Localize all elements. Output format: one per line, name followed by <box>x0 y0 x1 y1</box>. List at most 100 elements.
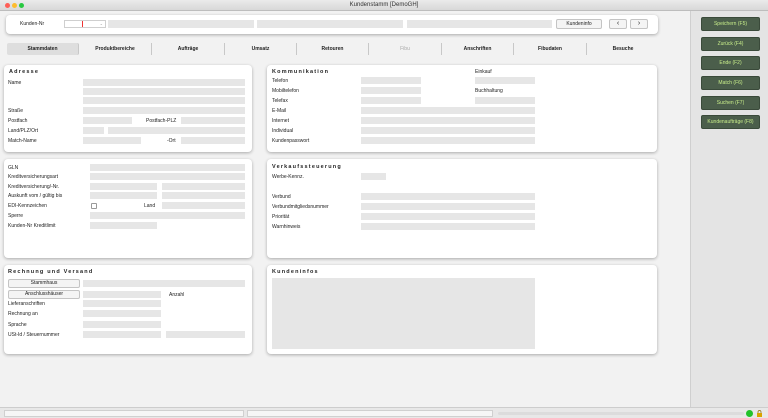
postfach-field[interactable] <box>83 117 132 124</box>
sprache-label: Sprache <box>8 322 27 328</box>
name-field-3[interactable] <box>83 97 245 104</box>
kunden-nr-input[interactable]: ⌄ <box>64 20 106 28</box>
auskunft-label: Auskunft vom / gültig bis <box>8 193 63 199</box>
warnhinweis-field[interactable] <box>361 223 535 230</box>
tab-anschriften[interactable]: Anschriften <box>442 43 514 55</box>
zurueck-button[interactable]: Zurück (F4) <box>701 37 760 51</box>
tab-umsatz[interactable]: Umsatz <box>225 43 297 55</box>
chevron-right-icon: › <box>637 20 641 27</box>
steuernummer-field[interactable] <box>166 331 245 338</box>
mobiltelefon-label: Mobiltelefon <box>272 88 299 94</box>
lieferanschriften-field[interactable] <box>83 300 161 307</box>
kreditversicherung-field[interactable] <box>90 183 157 190</box>
einkauf-label: Einkauf <box>475 69 492 75</box>
dropdown-caret-icon[interactable]: ⌄ <box>100 21 103 26</box>
prioritaet-field[interactable] <box>361 213 535 220</box>
sprache-field[interactable] <box>83 321 161 328</box>
ust-id-field[interactable] <box>83 331 161 338</box>
postfach-plz-field[interactable] <box>181 117 245 124</box>
text-cursor <box>82 21 83 27</box>
email-field[interactable] <box>361 107 535 114</box>
kreditlimit-field[interactable] <box>90 222 157 229</box>
kunden-nr-label: Kunden-Nr <box>20 21 45 27</box>
kreditversicherung-nr-label: Kreditversicherung/-Nr. <box>8 184 60 190</box>
tab-besuche[interactable]: Besuche <box>587 43 659 55</box>
kreditversicherungsart-label: Kreditversicherungsart <box>8 174 59 180</box>
rechnung-an-label: Rechnung an <box>8 311 38 317</box>
land-kredit-field[interactable] <box>162 202 245 209</box>
werbe-kennz-label: Werbe-Kennz. <box>272 174 304 180</box>
kunden-ort-display <box>257 20 403 28</box>
adresse-card: Adresse Name Straße Postfach Postfach-PL… <box>4 65 252 152</box>
sperre-field[interactable] <box>90 212 245 219</box>
mobiltelefon-field[interactable] <box>361 87 421 94</box>
kreditversicherungsart-field[interactable] <box>90 173 245 180</box>
kredit-card: GLN Kreditversicherungsart Kreditversich… <box>4 159 252 258</box>
land-field[interactable] <box>83 127 104 134</box>
match-name-field[interactable] <box>83 137 141 144</box>
warnhinweis-label: Warnhinweis <box>272 224 301 230</box>
einkauf-field[interactable] <box>475 77 535 84</box>
strasse-label: Straße <box>8 108 24 114</box>
anschlusshaeuser-field[interactable] <box>83 291 161 298</box>
status-dot <box>746 410 753 417</box>
kreditversicherung-nr-field[interactable] <box>162 183 245 190</box>
telefon-field[interactable] <box>361 77 421 84</box>
email-label: E-Mail <box>272 108 287 114</box>
tab-produktbereiche[interactable]: Produktbereiche <box>79 43 152 55</box>
kundeninfos-title: Kundeninfos <box>272 269 319 275</box>
verbund-label: Verbund <box>272 194 291 200</box>
plz-ort-field[interactable] <box>108 127 245 134</box>
ende-button[interactable]: Ende (F2) <box>701 56 760 70</box>
next-record-button[interactable]: › <box>630 19 648 29</box>
verbund-field[interactable] <box>361 193 535 200</box>
match-name-label: Match-Name <box>8 138 37 144</box>
speichern-button[interactable]: Speichern (F5) <box>701 17 760 31</box>
lieferanschriften-label: Lieferanschriften <box>8 301 45 307</box>
verbundmitgliedsnummer-field[interactable] <box>361 203 535 210</box>
kundeninfo-button[interactable]: Kundeninfo <box>556 19 602 29</box>
name-label: Name <box>8 80 22 86</box>
name-field-1[interactable] <box>83 79 245 86</box>
kundenpasswort-field[interactable] <box>361 137 535 144</box>
chevron-left-icon: ‹ <box>616 20 620 27</box>
tab-retouren[interactable]: Retouren <box>297 43 369 55</box>
tab-stammdaten[interactable]: Stammdaten <box>7 43 79 55</box>
stammhaus-field[interactable] <box>83 280 245 287</box>
stammhaus-button[interactable]: Stammhaus <box>8 279 80 288</box>
ort-match-field[interactable] <box>181 137 245 144</box>
telefax-field[interactable] <box>361 97 421 104</box>
sperre-label: Sperre <box>8 213 24 219</box>
status-field-1 <box>4 410 244 417</box>
internet-field[interactable] <box>361 117 535 124</box>
tab-auftraege[interactable]: Aufträge <box>152 43 225 55</box>
rechnung-an-field[interactable] <box>83 310 161 317</box>
header-card: Kunden-Nr ⌄ Kundeninfo ‹ › <box>6 15 658 34</box>
kundeninfos-textarea[interactable] <box>272 278 535 349</box>
prioritaet-label: Priorität <box>272 214 290 220</box>
status-field-2 <box>247 410 493 417</box>
kundeninfos-card: Kundeninfos <box>267 265 657 354</box>
postfach-plz-label: Postfach-PLZ <box>146 118 177 124</box>
internet-label: Internet <box>272 118 289 124</box>
auskunft-vom-field[interactable] <box>90 192 157 199</box>
match-button[interactable]: Match (F6) <box>701 76 760 90</box>
gueltig-bis-field[interactable] <box>162 192 245 199</box>
werbe-kennz-field[interactable] <box>361 173 386 180</box>
postfach-label: Postfach <box>8 118 28 124</box>
tab-fibudaten[interactable]: Fibudaten <box>514 43 587 55</box>
lock-icon[interactable] <box>756 410 763 417</box>
edi-checkbox[interactable] <box>91 203 97 209</box>
buchhaltung-label: Buchhaltung <box>475 88 503 94</box>
gln-field[interactable] <box>90 164 245 171</box>
kundenauftraege-button[interactable]: Kundenaufträge (F8) <box>701 115 760 129</box>
suchen-button[interactable]: Suchen (F7) <box>701 96 760 110</box>
name-field-2[interactable] <box>83 88 245 95</box>
anschlusshaeuser-button[interactable]: Anschlusshäuser <box>8 290 80 299</box>
strasse-field[interactable] <box>83 107 245 114</box>
previous-record-button[interactable]: ‹ <box>609 19 627 29</box>
individual-field[interactable] <box>361 127 535 134</box>
kommunikation-card: Kommunikation Einkauf Telefon Mobiltelef… <box>267 65 657 152</box>
buchhaltung-field[interactable] <box>475 97 535 104</box>
edi-label: EDI-Kennzeichen <box>8 203 47 209</box>
